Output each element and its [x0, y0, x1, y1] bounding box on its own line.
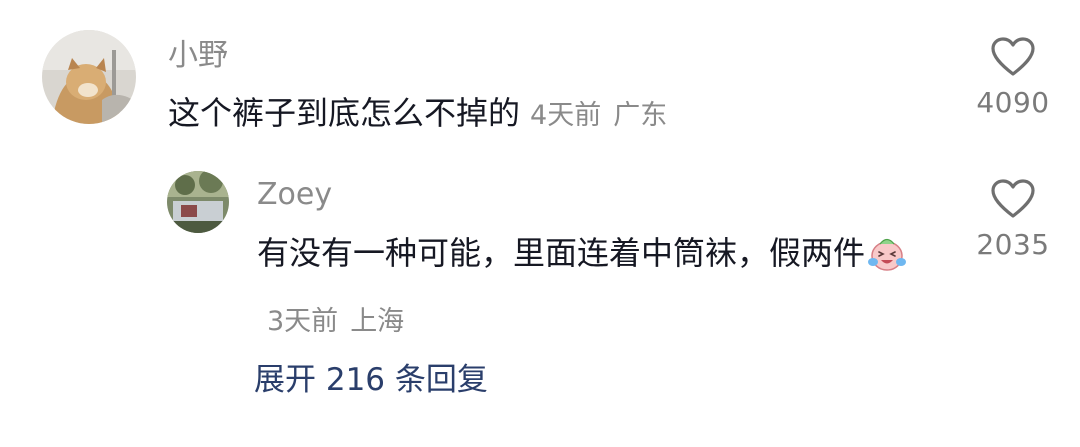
comment-like-button[interactable]: 4090 [958, 36, 1068, 120]
reply-avatar-image [167, 171, 229, 233]
comment-username[interactable]: 小野 [168, 38, 228, 74]
heart-outline-icon [991, 37, 1035, 76]
comment-meta: 4天前 广东 [530, 100, 667, 131]
expand-replies-link[interactable]: 展开 216 条回复 [254, 358, 488, 402]
reply-like-button[interactable]: 2035 [958, 178, 1068, 262]
reply-like-count: 2035 [976, 228, 1050, 261]
reply-meta: 3天前 上海 [267, 306, 404, 337]
crying-laughing-emoji [867, 232, 907, 290]
comment-content: 这个裤子到底怎么不掉的 [168, 94, 521, 132]
reply-time: 3天前 [267, 306, 339, 337]
reply-username[interactable]: Zoey [257, 177, 332, 213]
avatar[interactable] [42, 30, 136, 124]
reply-content: 有没有一种可能，里面连着中筒袜，假两件 [257, 234, 866, 272]
comment-like-count: 4090 [976, 86, 1050, 119]
reply-location: 上海 [350, 306, 405, 337]
avatar-image [42, 30, 136, 124]
comment-text: 这个裤子到底怎么不掉的 4天前 广东 [168, 84, 928, 145]
comment-location: 广东 [613, 100, 668, 131]
heart-outline-icon [991, 179, 1035, 218]
reply-avatar[interactable] [167, 171, 229, 233]
reply-text: 有没有一种可能，里面连着中筒袜，假两件 3天前 上海 [257, 224, 937, 351]
comment-time: 4天前 [530, 100, 602, 131]
crying-laughing-face-icon [868, 238, 907, 271]
